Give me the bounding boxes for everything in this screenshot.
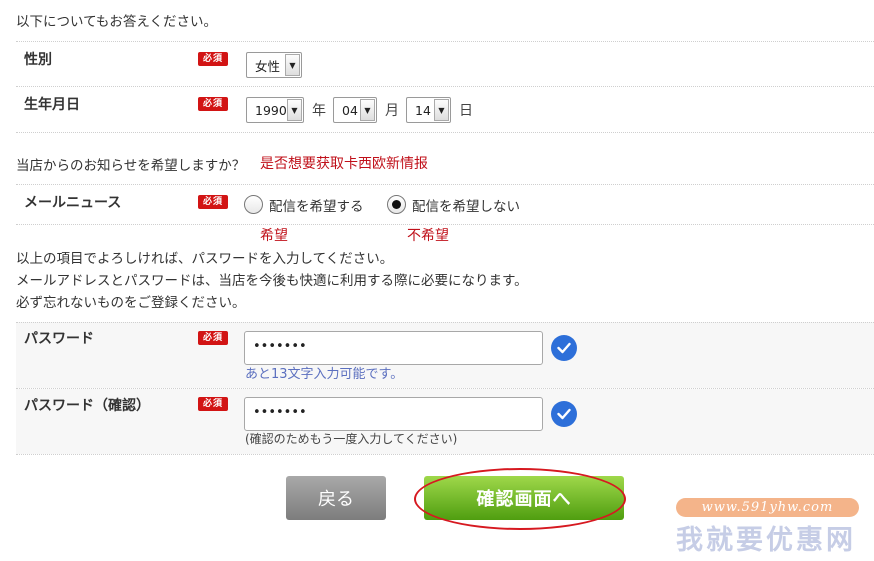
divider [16, 132, 874, 133]
watermark-logo: 我就要优惠网 [676, 525, 856, 556]
password-label: パスワード [24, 331, 94, 347]
newsletter-no-label[interactable]: 配信を希望しない [412, 195, 520, 215]
required-badge: 必須 [198, 397, 228, 411]
birth-year-value: 1990 [255, 102, 287, 118]
password-confirm-hint: (確認のためもう一度入力してください) [245, 432, 458, 446]
divider [16, 86, 874, 87]
gender-label: 性別 [24, 52, 52, 68]
back-button[interactable]: 戻る [286, 476, 386, 520]
chevron-down-icon: ▼ [287, 99, 302, 121]
chevron-down-icon: ▼ [285, 54, 300, 76]
birth-month-value: 04 [342, 102, 358, 118]
newsletter-no-annotation: 不希望 [407, 228, 449, 244]
required-badge: 必須 [198, 195, 228, 209]
chevron-down-icon: ▼ [434, 99, 449, 121]
birthdate-label: 生年月日 [24, 97, 80, 113]
newsletter-yes-annotation: 希望 [260, 228, 288, 244]
gender-select[interactable]: 女性 ▼ [246, 52, 302, 78]
divider [16, 184, 874, 185]
instruction-line: メールアドレスとパスワードは、当店を今後も快適に利用する際に必要になります。 [16, 273, 528, 289]
birth-day-value: 14 [415, 102, 431, 118]
mail-news-label: メールニュース [24, 195, 122, 211]
newsletter-question-annotation: 是否想要获取卡西欧新情报 [260, 156, 428, 172]
divider [16, 322, 874, 323]
password-confirm-label: パスワード（確認） [24, 398, 150, 414]
instruction-line: 以上の項目でよろしければ、パスワードを入力してください。 [16, 251, 394, 267]
birth-year-select[interactable]: 1990 ▼ [246, 97, 304, 123]
newsletter-yes-label[interactable]: 配信を希望する [269, 195, 364, 215]
gender-value: 女性 [255, 58, 281, 74]
day-unit: 日 [459, 103, 473, 119]
newsletter-question: 当店からのお知らせを希望しますか？ [16, 158, 246, 174]
password-confirm-input[interactable]: ••••••• [244, 397, 543, 431]
instruction-line: 必ず忘れないものをご登録ください。 [16, 295, 246, 311]
divider [16, 454, 874, 455]
password-input[interactable]: ••••••• [244, 331, 543, 365]
required-badge: 必須 [198, 97, 228, 111]
intro-text: 以下についてもお答えください。 [16, 14, 218, 30]
highlight-annotation-ellipse [414, 468, 626, 530]
birth-day-select[interactable]: 14 ▼ [406, 97, 451, 123]
password-remaining-hint: あと13文字入力可能です。 [245, 367, 404, 382]
chevron-down-icon: ▼ [360, 99, 375, 121]
month-unit: 月 [385, 103, 399, 119]
required-badge: 必須 [198, 52, 228, 66]
radio-newsletter-no[interactable] [387, 195, 406, 214]
check-icon [551, 335, 577, 361]
check-icon [551, 401, 577, 427]
required-badge: 必須 [198, 331, 228, 345]
watermark-url: www.591yhw.com [676, 498, 859, 517]
year-unit: 年 [312, 103, 326, 119]
divider [16, 41, 874, 42]
radio-newsletter-yes[interactable] [244, 195, 263, 214]
birth-month-select[interactable]: 04 ▼ [333, 97, 377, 123]
